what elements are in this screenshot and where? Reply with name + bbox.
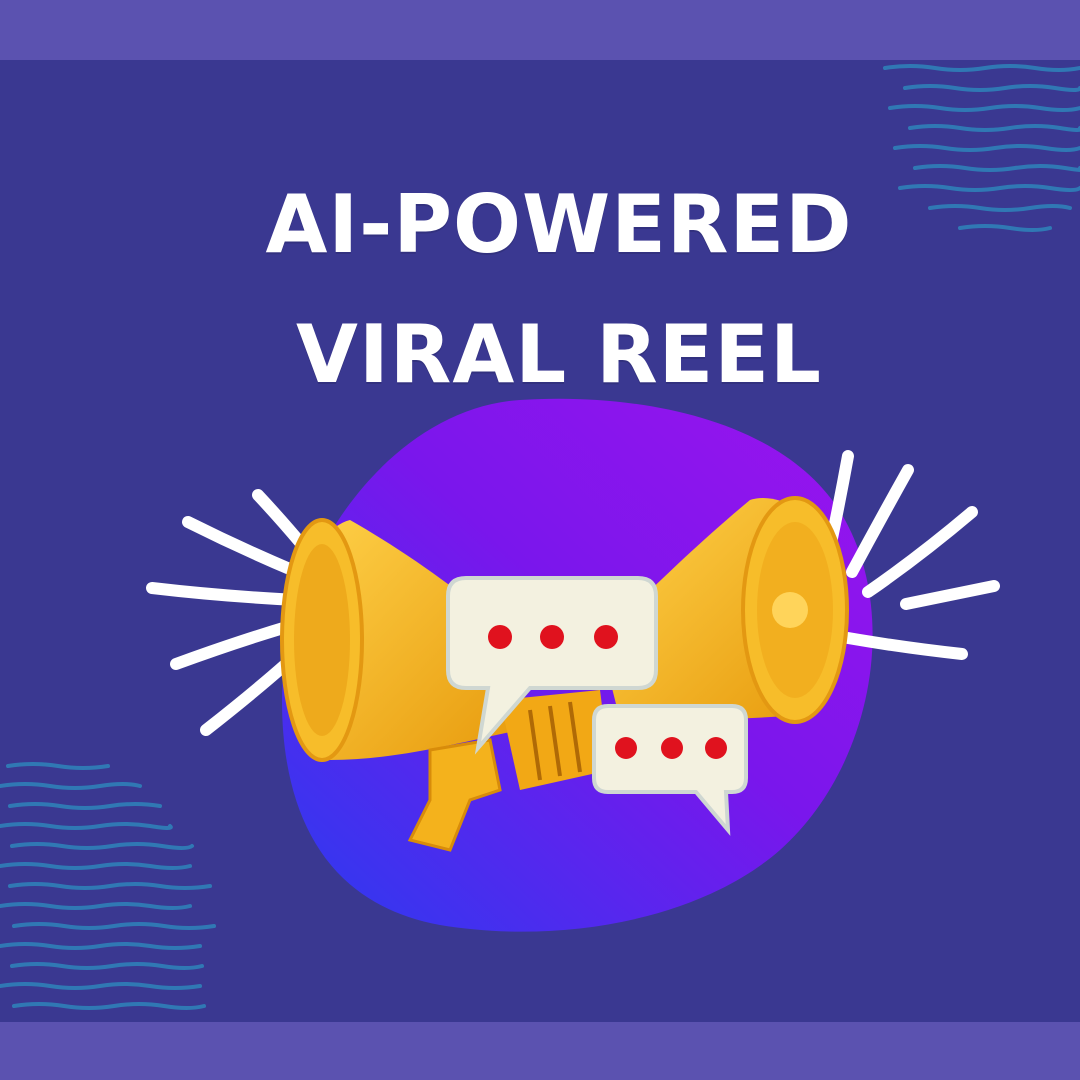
illustration [0, 64, 1080, 1010]
poster: AI-POWERED VIRAL REEL [0, 0, 1080, 1080]
wave-texture-bottom-left [0, 762, 216, 1010]
wave-texture-top-right [883, 64, 1080, 232]
